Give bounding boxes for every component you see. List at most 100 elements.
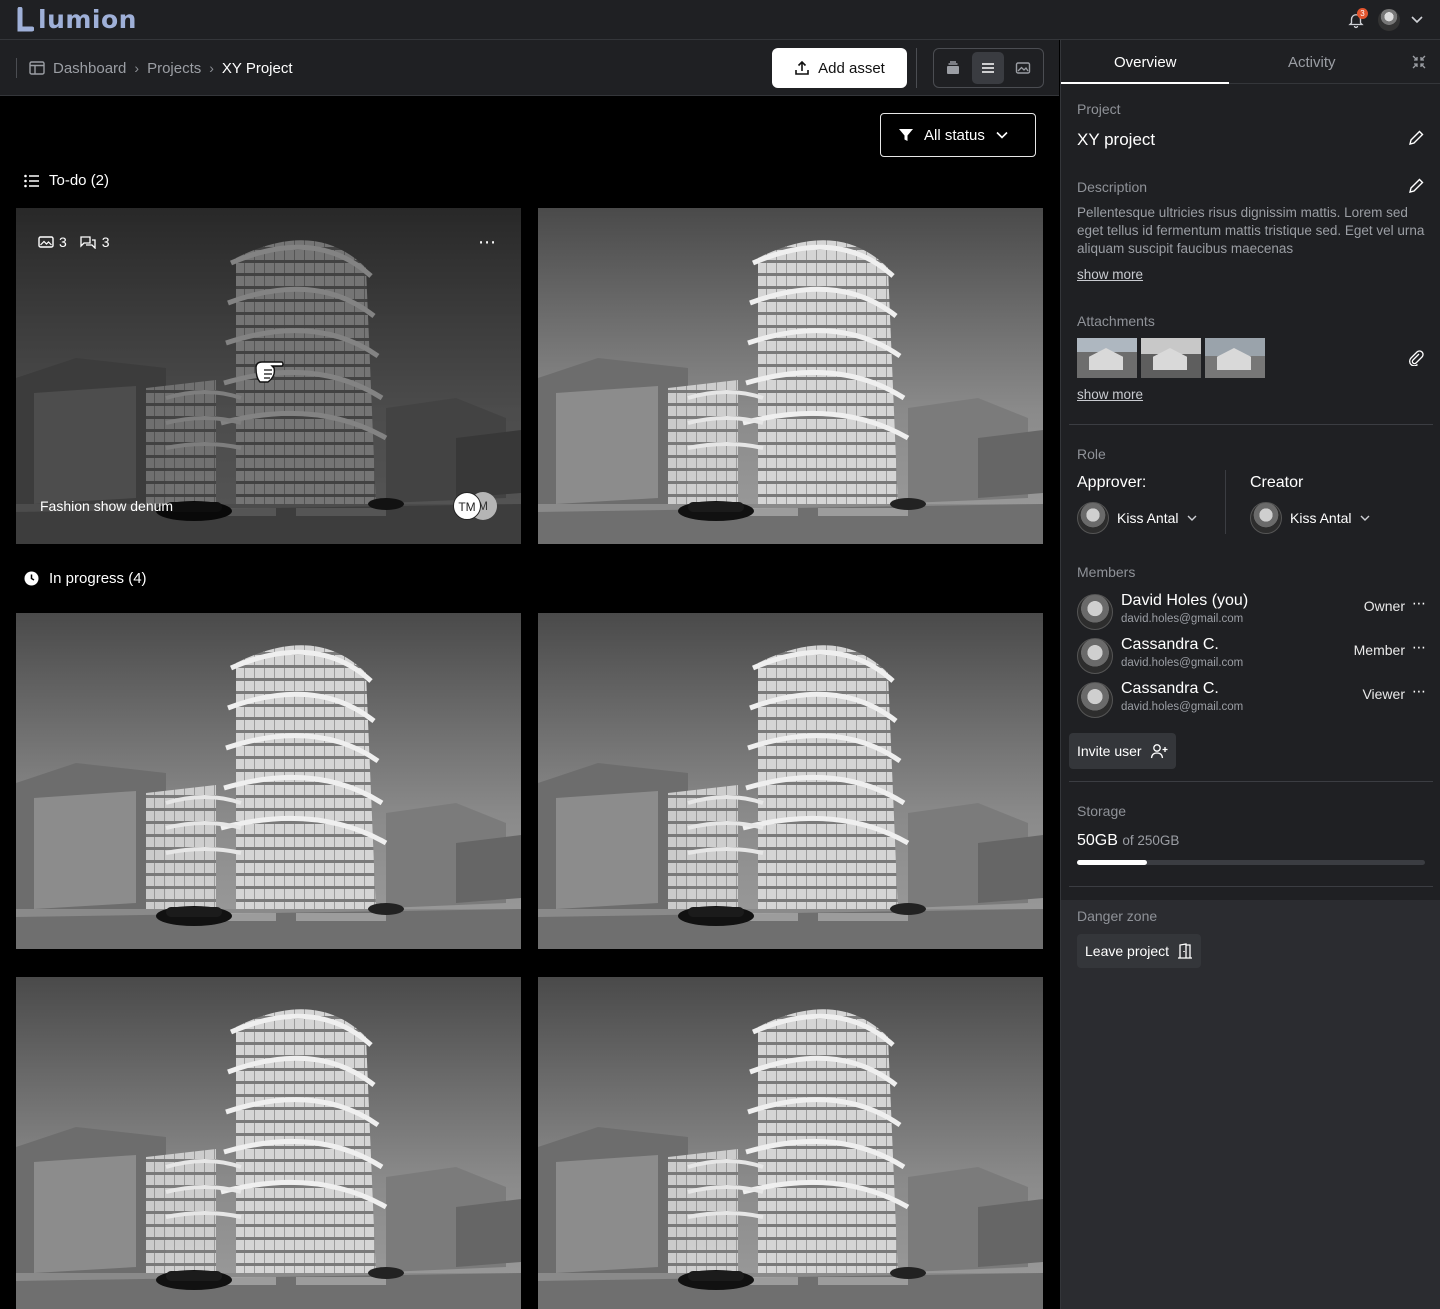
project-details-panel: Overview Activity Project XY project Des… bbox=[1060, 40, 1440, 1309]
attachment-list bbox=[1077, 338, 1265, 378]
asset-title: Fashion show denum bbox=[40, 498, 174, 514]
storage-progress-fill bbox=[1077, 860, 1147, 865]
approver-select[interactable]: Kiss Antal bbox=[1077, 502, 1198, 534]
attachment-thumbnail[interactable] bbox=[1077, 338, 1137, 378]
asset-card[interactable] bbox=[538, 208, 1043, 544]
chevron-right-icon: › bbox=[134, 60, 140, 76]
section-todo[interactable]: To-do (2) bbox=[24, 172, 109, 189]
divider bbox=[916, 48, 917, 88]
asset-thumbnail bbox=[538, 977, 1043, 1309]
collapse-icon[interactable] bbox=[1411, 54, 1427, 70]
section-in-progress[interactable]: In progress (4) bbox=[24, 570, 147, 587]
storage-used: 50GB bbox=[1077, 832, 1118, 849]
view-list-button[interactable] bbox=[972, 52, 1004, 84]
view-switch bbox=[933, 48, 1044, 88]
avatar bbox=[1077, 502, 1109, 534]
asset-card[interactable] bbox=[538, 613, 1043, 949]
show-more-attachments-link[interactable]: show more bbox=[1077, 387, 1143, 402]
project-label: Project bbox=[1077, 101, 1121, 117]
member-email: david.holes@gmail.com bbox=[1121, 613, 1244, 625]
asset-card[interactable]: 3 3 ⋯ Fashion show denum M TM bbox=[16, 208, 521, 544]
tab-activity[interactable]: Activity bbox=[1288, 54, 1336, 71]
member-more-icon[interactable]: ⋯ bbox=[1412, 639, 1427, 656]
project-name: XY project bbox=[1077, 130, 1156, 149]
comment-count: 3 bbox=[79, 234, 110, 250]
status-filter-label: All status bbox=[924, 126, 985, 144]
avatar bbox=[1077, 594, 1113, 630]
attachment-thumbnail[interactable] bbox=[1205, 338, 1265, 378]
member-name: Cassandra C. bbox=[1121, 636, 1219, 653]
view-grid-button[interactable] bbox=[1007, 52, 1039, 84]
divider bbox=[1225, 470, 1226, 534]
logo-text: lumion bbox=[38, 5, 137, 34]
comments-icon bbox=[79, 235, 97, 249]
storage-total: of 250GB bbox=[1122, 833, 1180, 848]
pointer-hand-icon bbox=[252, 356, 286, 391]
avatar bbox=[1077, 638, 1113, 674]
paperclip-icon[interactable] bbox=[1408, 350, 1424, 366]
card-more-menu-icon[interactable]: ⋯ bbox=[478, 232, 497, 253]
breadcrumb: Dashboard › Projects › XY Project bbox=[16, 58, 293, 78]
member-row: David Holes (you) david.holes@gmail.com … bbox=[1077, 592, 1427, 630]
dashboard-icon bbox=[29, 61, 45, 75]
breadcrumb-dashboard[interactable]: Dashboard bbox=[53, 60, 126, 77]
exit-door-icon bbox=[1177, 943, 1193, 959]
view-stack-button[interactable] bbox=[937, 52, 969, 84]
filter-icon bbox=[898, 127, 914, 143]
approver-name: Kiss Antal bbox=[1117, 510, 1179, 526]
avatar bbox=[1077, 682, 1113, 718]
panel-tabs: Overview Activity bbox=[1061, 40, 1440, 84]
add-user-icon bbox=[1150, 743, 1168, 759]
divider bbox=[1069, 886, 1433, 887]
creator-label: Creator bbox=[1250, 474, 1304, 491]
asset-card[interactable] bbox=[538, 977, 1043, 1309]
danger-zone-label: Danger zone bbox=[1077, 908, 1158, 924]
edit-project-name-icon[interactable] bbox=[1408, 130, 1424, 146]
add-asset-button[interactable]: Add asset bbox=[772, 48, 907, 88]
member-more-icon[interactable]: ⋯ bbox=[1412, 595, 1427, 612]
lumion-mark-icon bbox=[16, 7, 34, 33]
stack-icon bbox=[945, 60, 961, 76]
show-more-description-link[interactable]: show more bbox=[1077, 267, 1143, 282]
clock-icon bbox=[24, 571, 39, 586]
danger-zone: Danger zone Leave project bbox=[1061, 900, 1440, 1309]
list-icon bbox=[980, 60, 996, 76]
chevron-down-icon[interactable] bbox=[1410, 13, 1424, 27]
tab-indicator bbox=[1061, 82, 1229, 84]
invite-user-button[interactable]: Invite user bbox=[1069, 733, 1176, 769]
member-email: david.holes@gmail.com bbox=[1121, 657, 1244, 669]
tab-overview[interactable]: Overview bbox=[1114, 54, 1177, 71]
asset-thumbnail bbox=[538, 208, 1043, 544]
section-todo-label: To-do (2) bbox=[49, 172, 110, 189]
asset-board: All status To-do (2) 3 3 ⋯ Fashion show … bbox=[0, 96, 1059, 1309]
member-name: David Holes (you) bbox=[1121, 592, 1249, 609]
asset-card[interactable] bbox=[16, 613, 521, 949]
storage-label: Storage bbox=[1077, 803, 1127, 819]
list-bullet-icon bbox=[24, 174, 39, 188]
asset-thumbnail bbox=[538, 613, 1043, 949]
breadcrumb-projects[interactable]: Projects bbox=[147, 60, 201, 77]
status-filter[interactable]: All status bbox=[880, 113, 1036, 157]
comment-count-value: 3 bbox=[101, 234, 110, 250]
divider bbox=[1069, 781, 1433, 782]
invite-user-label: Invite user bbox=[1077, 743, 1142, 759]
user-avatar[interactable] bbox=[1378, 9, 1400, 31]
avatar: TM bbox=[453, 492, 481, 520]
member-role: Member bbox=[1353, 642, 1405, 658]
member-more-icon[interactable]: ⋯ bbox=[1412, 683, 1427, 700]
notifications-button[interactable]: 3 bbox=[1344, 8, 1368, 32]
chevron-down-icon bbox=[995, 128, 1009, 142]
asset-card[interactable] bbox=[16, 977, 521, 1309]
chevron-down-icon bbox=[1186, 512, 1198, 524]
description-text: Pellentesque ultricies risus dignissim m… bbox=[1077, 205, 1425, 256]
creator-select[interactable]: Kiss Antal bbox=[1250, 502, 1371, 534]
edit-description-icon[interactable] bbox=[1408, 178, 1424, 194]
asset-thumbnail bbox=[16, 977, 521, 1309]
upload-icon bbox=[794, 60, 810, 76]
assignee-avatars: M TM bbox=[453, 492, 497, 520]
attachment-thumbnail[interactable] bbox=[1141, 338, 1201, 378]
member-name: Cassandra C. bbox=[1121, 680, 1219, 697]
storage-progress-bar bbox=[1077, 860, 1425, 865]
leave-project-button[interactable]: Leave project bbox=[1077, 934, 1202, 968]
logo[interactable]: lumion bbox=[16, 6, 137, 34]
